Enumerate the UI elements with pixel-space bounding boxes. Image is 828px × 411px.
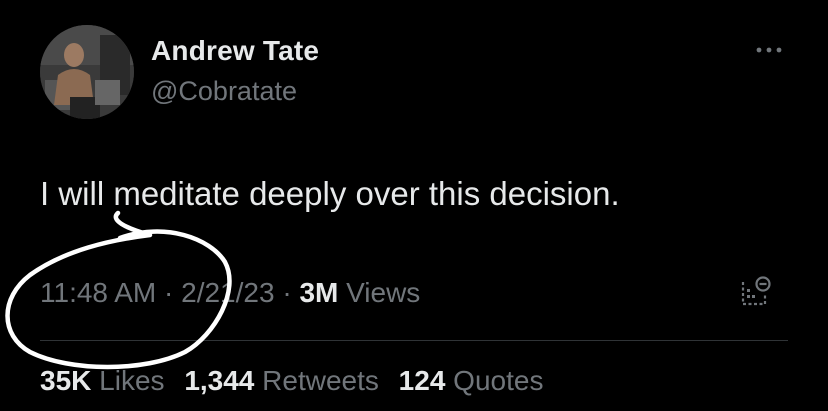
quotes-count: 124	[398, 365, 446, 396]
retweets-count: 1,344	[184, 365, 255, 396]
likes-count: 35K	[40, 365, 92, 396]
engagement-stats: 35K Likes 1,344 Retweets 124 Quotes	[40, 365, 555, 397]
tweet-date[interactable]: 2/21/23	[181, 277, 274, 308]
tweet-meta: 11:48 AM · 2/21/23 · 3M Views	[40, 277, 420, 309]
likes-stat[interactable]: 35K Likes	[40, 365, 165, 396]
analytics-icon[interactable]	[735, 272, 775, 312]
author-display-name[interactable]: Andrew Tate	[151, 35, 319, 67]
avatar-image	[40, 25, 134, 119]
tweet-time[interactable]: 11:48 AM	[40, 277, 156, 308]
more-options-icon[interactable]	[752, 38, 786, 58]
meta-separator: ·	[274, 277, 300, 308]
retweets-stat[interactable]: 1,344 Retweets	[184, 365, 379, 396]
views-count[interactable]: 3M	[299, 277, 338, 308]
likes-label: Likes	[99, 365, 165, 396]
meta-separator: ·	[156, 277, 182, 308]
views-label[interactable]: Views	[338, 277, 420, 308]
quotes-stat[interactable]: 124 Quotes	[399, 365, 544, 396]
retweets-label: Retweets	[262, 365, 379, 396]
tweet-text: I will meditate deeply over this decisio…	[40, 175, 620, 212]
author-handle[interactable]: @Cobratate	[151, 76, 297, 107]
avatar[interactable]	[40, 25, 134, 119]
quotes-label: Quotes	[453, 365, 544, 396]
divider	[40, 340, 788, 341]
